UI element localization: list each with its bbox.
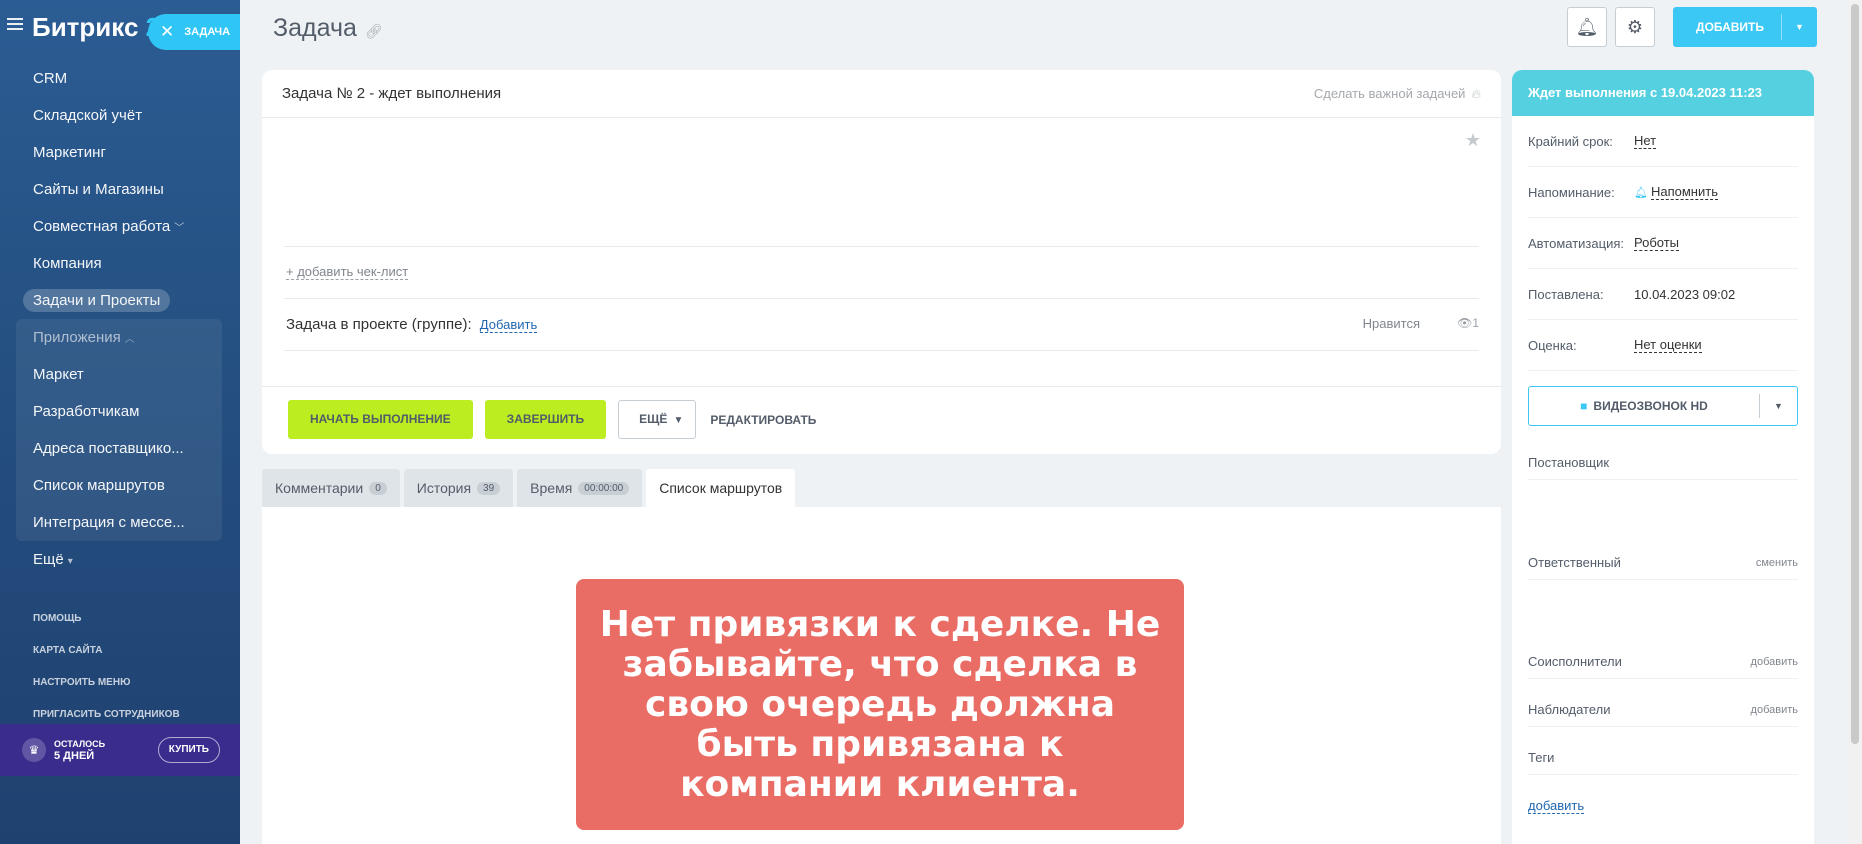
tab-count: 00:00:00 [578, 481, 630, 495]
settings-button[interactable]: ⚙ [1615, 7, 1655, 47]
rating-value[interactable]: Нет оценки [1634, 337, 1702, 353]
bell-icon: 🔔︎ [1634, 186, 1648, 199]
sidebar-item-developers[interactable]: Разработчикам [16, 393, 222, 430]
add-project-link[interactable]: Добавить [479, 317, 538, 333]
link-icon[interactable]: 🔗︎ [365, 23, 383, 39]
change-responsible-link[interactable]: сменить [1756, 557, 1798, 569]
finish-button[interactable]: ЗАВЕРШИТЬ [484, 400, 607, 439]
start-button[interactable]: НАЧАТЬ ВЫПОЛНЕНИЕ [288, 400, 473, 439]
tab-content: Нет привязки к сделке. Не забывайте, что… [262, 507, 1501, 844]
deadline-value[interactable]: Нет [1634, 133, 1657, 149]
menu-burger-icon[interactable] [7, 18, 23, 30]
sidebar: Битрикс 24 ✕ ЗАДАЧА CRM Складской учёт М… [0, 0, 240, 844]
deal-warning-notice: Нет привязки к сделке. Не забывайте, что… [576, 579, 1184, 830]
sidebar-item-marketing[interactable]: Маркетинг [0, 134, 240, 171]
more-button[interactable]: ЕЩЁ ▼ [618, 400, 697, 439]
project-label: Задача в проекте (группе): [286, 316, 472, 333]
sidebar-footer: ПОМОЩЬ КАРТА САЙТА НАСТРОИТЬ МЕНЮ ПРИГЛА… [33, 603, 180, 731]
task-sidebar: Ждет выполнения с 19.04.2023 11:23 Крайн… [1512, 70, 1814, 844]
tab-comments[interactable]: Комментарии 0 [262, 469, 400, 507]
add-observer-link[interactable]: добавить [1751, 704, 1798, 716]
add-accomplice-link[interactable]: добавить [1751, 656, 1798, 668]
chevron-down-icon[interactable]: ▼ [1759, 394, 1797, 418]
notifications-button[interactable]: 🔔︎ [1567, 7, 1607, 47]
sidebar-item-sites[interactable]: Сайты и Магазины [0, 171, 240, 208]
task-heading: Задача № 2 - ждет выполнения [282, 85, 502, 102]
flame-icon: 🔥︎ [1471, 85, 1481, 101]
close-icon: ✕ [160, 22, 175, 41]
automation-row: Автоматизация: Роботы [1528, 218, 1798, 269]
sidebar-item-inventory[interactable]: Складской учёт [0, 97, 240, 134]
accomplices-section: Соисполнители добавить [1528, 645, 1798, 679]
add-tag-link[interactable]: добавить [1528, 798, 1585, 814]
robots-link[interactable]: Роботы [1634, 235, 1680, 251]
add-button[interactable]: ДОБАВИТЬ ▼ [1673, 7, 1817, 47]
buy-button[interactable]: КУПИТЬ [157, 737, 220, 763]
status-bar: Ждет выполнения с 19.04.2023 11:23 [1512, 70, 1814, 116]
close-task-button[interactable]: ✕ ЗАДАЧА [148, 14, 240, 50]
add-checklist-link[interactable]: + добавить чек-лист [286, 264, 409, 280]
eye-icon: 👁︎ [1457, 316, 1473, 330]
sitemap-link[interactable]: КАРТА САЙТА [33, 635, 180, 667]
deadline-row: Крайний срок: Нет [1528, 116, 1798, 167]
created-row: Поставлена: 10.04.2023 09:02 [1528, 269, 1798, 320]
apps-group: Приложения ︿ Маркет Разработчикам Адреса … [16, 319, 222, 541]
trial-label: ОСТАЛОСЬ [54, 739, 106, 749]
chevron-up-icon: ︿ [124, 334, 135, 345]
task-tabs: Комментарии 0 История 39 Время 00:00:00 Спи… [262, 469, 799, 507]
configure-menu-link[interactable]: НАСТРОИТЬ МЕНЮ [33, 667, 180, 699]
video-camera-icon: ■ [1580, 399, 1588, 413]
task-card: Задача № 2 - ждет выполнения Сделать важ… [262, 70, 1501, 454]
project-row: Задача в проекте (группе): Добавить [286, 316, 538, 333]
crown-icon: ♛ [22, 738, 46, 762]
tab-history[interactable]: История 39 [403, 469, 514, 507]
bell-icon: 🔔︎ [1575, 16, 1599, 37]
task-actions: НАЧАТЬ ВЫПОЛНЕНИЕ ЗАВЕРШИТЬ ЕЩЁ ▼ РЕДАКТИ… [288, 400, 816, 439]
tab-time[interactable]: Время 00:00:00 [517, 469, 643, 507]
sidebar-item-collaboration[interactable]: Совместная работа ﹀ [0, 208, 240, 245]
sidebar-item-apps[interactable]: Приложения ︿ [16, 319, 222, 356]
tags-section: Теги [1528, 741, 1798, 775]
trial-days: 5 ДНЕЙ [54, 750, 95, 762]
tab-routes[interactable]: Список маршрутов [646, 469, 796, 507]
page-title: Задача 🔗︎ [273, 14, 383, 42]
chevron-down-icon: ▼ [673, 415, 684, 426]
help-link[interactable]: ПОМОЩЬ [33, 603, 180, 635]
rating-row: Оценка: Нет оценки [1528, 320, 1798, 371]
sidebar-item-company[interactable]: Компания [0, 245, 240, 282]
gear-icon: ⚙ [1626, 16, 1644, 37]
sidebar-item-market[interactable]: Маркет [16, 356, 222, 393]
creator-section: Постановщик [1528, 446, 1798, 480]
sidebar-item-supplier-addresses[interactable]: Адреса поставщико... [16, 430, 222, 467]
main-menu: CRM Складской учёт Маркетинг Сайты и Маг… [0, 60, 240, 578]
edit-button[interactable]: РЕДАКТИРОВАТЬ [710, 413, 816, 427]
task-header: Задача № 2 - ждет выполнения Сделать важ… [262, 70, 1501, 118]
tab-count: 0 [369, 481, 387, 495]
sidebar-item-routes[interactable]: Список маршрутов [16, 467, 222, 504]
like-button[interactable]: Нравится [1363, 316, 1420, 331]
sidebar-item-tasks[interactable]: Задачи и Проекты [0, 282, 240, 319]
created-value: 10.04.2023 09:02 [1634, 286, 1736, 302]
chevron-down-icon: ﹀ [174, 223, 185, 234]
star-icon[interactable]: ★ [1465, 130, 1481, 151]
chevron-down-icon[interactable]: ▼ [1781, 14, 1817, 40]
responsible-section: Ответственный сменить [1528, 546, 1798, 580]
chevron-down-icon: ▾ [67, 556, 73, 567]
reminder-row: Напоминание: 🔔︎ Напомнить [1528, 167, 1798, 218]
scrollbar-thumb[interactable] [1851, 4, 1859, 744]
tab-count: 39 [477, 481, 501, 495]
reminder-link[interactable]: Напомнить [1650, 184, 1718, 200]
observers-section: Наблюдатели добавить [1528, 693, 1798, 727]
make-important-button[interactable]: Сделать важной задачей 🔥︎ [1314, 86, 1481, 102]
sidebar-item-more[interactable]: Ещё ▾ [0, 541, 240, 578]
scrollbar[interactable] [1848, 0, 1862, 844]
sidebar-item-messenger[interactable]: Интеграция с мессе... [16, 504, 222, 541]
video-call-button[interactable]: ■ ВИДЕОЗВОНОК HD ▼ [1528, 386, 1798, 426]
views-counter: 👁︎1 [1457, 316, 1479, 330]
sidebar-item-crm[interactable]: CRM [0, 60, 240, 97]
trial-banner: ♛ ОСТАЛОСЬ 5 ДНЕЙ КУПИТЬ [0, 724, 240, 776]
